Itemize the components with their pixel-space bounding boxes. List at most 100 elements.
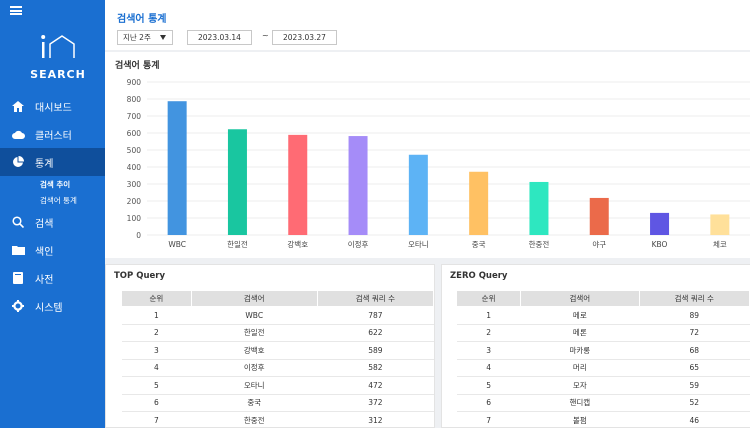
count-cell: 622	[317, 324, 434, 342]
term-cell: 중국	[191, 394, 318, 412]
table-row: 5 오타니 472	[121, 376, 434, 395]
page-title: 검색어 통계	[117, 14, 167, 25]
count-cell: 52	[639, 394, 750, 412]
term-cell: 이정후	[191, 359, 318, 377]
term-cell: 마카롱	[520, 341, 639, 360]
top-query-panel: TOP Query 순위 검색어 검색 쿼리 수 1 WBC 787 2 한일전 622…	[105, 264, 435, 428]
term-cell: 모자	[520, 376, 639, 395]
top-query-title: TOP Query	[114, 271, 165, 281]
table-row: 7 볼펌 46	[456, 411, 750, 428]
bar	[227, 129, 247, 235]
count-cell: 787	[317, 306, 434, 325]
table-row: 4 이정후 582	[121, 359, 434, 377]
sidebar-subitem-search-trend[interactable]: 검색 추이	[0, 176, 105, 192]
y-tick-label: 700	[127, 112, 142, 121]
x-tick-label: 강백호	[287, 239, 308, 249]
count-cell: 72	[639, 324, 750, 342]
caret-down-icon	[160, 35, 166, 40]
term-cell: 볼펌	[520, 411, 639, 428]
x-tick-label: 야구	[592, 239, 606, 249]
menu-icon[interactable]	[10, 6, 22, 15]
header: 검색어 통계 지난 2주 2023.03.14 ~ 2023.03.27	[105, 0, 750, 50]
bar	[288, 134, 308, 235]
rank-cell: 5	[121, 376, 192, 395]
bar	[589, 197, 609, 235]
home-icon	[11, 99, 25, 113]
term-cell: 한일전	[191, 324, 318, 342]
table-row: 6 핸디캡 52	[456, 394, 750, 412]
count-cell: 472	[317, 376, 434, 395]
rank-cell: 6	[456, 394, 521, 412]
count-cell: 59	[639, 376, 750, 395]
rank-cell: 4	[456, 359, 521, 377]
sidebar-item-label: 시스템	[35, 302, 63, 314]
logo-text: SEARCH	[30, 68, 86, 81]
x-tick-label: 이정후	[348, 239, 369, 249]
x-tick-label: 한일전	[227, 239, 248, 249]
zero-query-panel: ZERO Query 순위 검색어 검색 쿼리 수 1 메로 89 2 메론 72 3마…	[441, 264, 750, 428]
x-tick-label: 체코	[713, 239, 727, 249]
table-row: 5 모자 59	[456, 376, 750, 395]
table-row: 2 메론 72	[456, 324, 750, 342]
sidebar-item-label: 색인	[35, 246, 54, 258]
term-cell: 머리	[520, 359, 639, 377]
x-tick-label: 중국	[472, 240, 486, 249]
y-tick-label: 600	[127, 129, 142, 138]
rank-cell: 2	[121, 324, 192, 342]
count-cell: 372	[317, 394, 434, 412]
date-from-input[interactable]: 2023.03.14	[187, 30, 252, 45]
period-select-value: 지난 2주	[123, 33, 151, 42]
logo[interactable]: SEARCH	[20, 32, 96, 82]
chart-panel: 검색어 통계 0 100 200 300 400 500 600 700 800 900 WBC 한일…	[105, 52, 750, 258]
rank-cell: 3	[121, 341, 192, 360]
sidebar-item-search[interactable]: 검색	[0, 208, 105, 236]
rank-cell: 1	[456, 306, 521, 325]
sidebar: SEARCH 대시보드 클러스터 통계 검색 추이 검색어 통계 검색 색인 사…	[0, 0, 105, 428]
rank-cell: 7	[121, 411, 192, 428]
top-query-table: 순위 검색어 검색 쿼리 수 1 WBC 787 2 한일전 622 3 강백호 589 4…	[121, 290, 435, 428]
cloud-icon	[11, 127, 25, 141]
rank-cell: 5	[456, 376, 521, 395]
term-cell: 강백호	[191, 341, 318, 360]
search-icon	[11, 215, 25, 229]
column-header-rank: 순위	[455, 290, 522, 307]
column-header-count: 검색 쿼리 수	[316, 290, 435, 307]
term-cell: 핸디캡	[520, 394, 639, 412]
column-header-count: 검색 쿼리 수	[638, 290, 750, 307]
bar-chart: 0 100 200 300 400 500 600 700 800 900 WBC 한일전 강백호 이정후…	[127, 78, 750, 249]
zero-query-table: 순위 검색어 검색 쿼리 수 1 메로 89 2 메론 72 3 마카롱 68 4 머리 65 …	[455, 290, 750, 428]
period-select[interactable]: 지난 2주	[117, 30, 173, 45]
sidebar-item-stats[interactable]: 통계	[0, 148, 105, 176]
table-row: 7 한중전 312	[121, 411, 434, 428]
sidebar-item-cluster[interactable]: 클러스터	[0, 120, 105, 148]
zero-query-title: ZERO Query	[450, 271, 508, 281]
sidebar-nav: 대시보드 클러스터 통계 검색 추이 검색어 통계 검색 색인 사전 시스템	[0, 92, 105, 320]
term-cell: 한중전	[191, 411, 318, 428]
y-tick-label: 500	[127, 146, 142, 155]
column-header-term: 검색어	[190, 290, 318, 307]
y-tick-label: 100	[127, 214, 142, 223]
x-tick-label: 한중전	[529, 239, 550, 249]
bar	[650, 212, 670, 235]
y-tick-label: 0	[136, 231, 141, 240]
term-cell: 오타니	[191, 376, 318, 395]
sidebar-item-index[interactable]: 색인	[0, 236, 105, 264]
column-header-rank: 순위	[121, 290, 192, 307]
date-to-input[interactable]: 2023.03.27	[272, 30, 337, 45]
count-cell: 312	[317, 411, 434, 428]
sidebar-item-label: 사전	[35, 274, 54, 286]
table-row: 3 마카롱 68	[456, 341, 750, 360]
x-tick-label: WBC	[168, 240, 186, 249]
x-tick-label: KBO	[652, 240, 668, 249]
bar	[167, 101, 187, 236]
sidebar-subitem-query-stats[interactable]: 검색어 통계	[0, 192, 105, 208]
bar	[469, 171, 489, 235]
sidebar-item-dictionary[interactable]: 사전	[0, 264, 105, 292]
rank-cell: 2	[456, 324, 521, 342]
sidebar-item-system[interactable]: 시스템	[0, 292, 105, 320]
rank-cell: 6	[121, 394, 192, 412]
y-tick-label: 300	[127, 180, 142, 189]
table-row: 1 메로 89	[456, 306, 750, 325]
sidebar-item-dashboard[interactable]: 대시보드	[0, 92, 105, 120]
table-row: 6 중국 372	[121, 394, 434, 412]
